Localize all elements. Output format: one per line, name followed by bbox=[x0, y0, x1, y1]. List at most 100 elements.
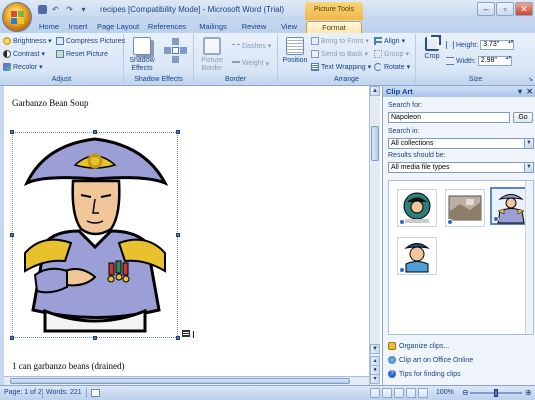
align-button[interactable]: Align ▾ bbox=[374, 37, 405, 45]
web-layout-view-icon[interactable] bbox=[394, 388, 404, 398]
tab-view[interactable]: View bbox=[274, 21, 304, 33]
organize-clips-link[interactable]: Organize clips... bbox=[388, 342, 449, 350]
brightness-button[interactable]: Brightness ▾ bbox=[3, 37, 52, 45]
selected-picture[interactable] bbox=[10, 130, 180, 340]
crop-label: Crop bbox=[424, 53, 440, 60]
full-screen-reading-view-icon[interactable] bbox=[382, 388, 392, 398]
scroll-down-icon[interactable]: ▼ bbox=[370, 344, 380, 354]
compress-pictures-button[interactable]: Compress Pictures bbox=[56, 37, 125, 45]
horizontal-scrollbar[interactable] bbox=[4, 376, 369, 385]
minimize-button[interactable]: – bbox=[477, 2, 495, 16]
resize-handle-top-right[interactable] bbox=[176, 130, 180, 134]
weight-button[interactable]: Weight ▾ bbox=[232, 58, 269, 69]
scroll-up-icon[interactable]: ▲ bbox=[370, 86, 380, 96]
resize-handle-left[interactable] bbox=[10, 233, 14, 237]
redo-icon[interactable]: ↷ bbox=[64, 4, 75, 15]
chevron-down-icon[interactable]: ▼ bbox=[524, 163, 533, 172]
chevron-down-icon[interactable]: ▼ bbox=[524, 139, 533, 148]
resize-handle-bottom-right[interactable] bbox=[176, 336, 180, 340]
tab-format[interactable]: Format bbox=[306, 21, 362, 33]
zoom-in-icon[interactable]: ⊕ bbox=[525, 388, 532, 397]
reset-picture-icon bbox=[56, 50, 64, 58]
width-input[interactable]: 2.98" bbox=[477, 56, 512, 66]
zoom-level[interactable]: 100% bbox=[436, 389, 454, 396]
tab-home[interactable]: Home bbox=[34, 21, 64, 33]
text-wrapping-button[interactable]: Text Wrapping ▾ bbox=[311, 63, 371, 71]
office-button[interactable] bbox=[2, 2, 32, 32]
reset-picture-label: Reset Picture bbox=[66, 50, 109, 58]
search-input[interactable]: Napoleon bbox=[388, 112, 510, 123]
status-divider bbox=[42, 388, 43, 398]
clip-art-pane-header: Clip Art ▾ ✕ bbox=[383, 86, 535, 97]
close-button[interactable]: ✕ bbox=[515, 2, 533, 16]
vertical-scroll-thumb[interactable] bbox=[371, 126, 379, 161]
crop-button[interactable]: Crop bbox=[419, 37, 445, 61]
pane-options-icon[interactable]: ▾ bbox=[518, 86, 522, 97]
search-in-select[interactable]: All collections ▼ bbox=[388, 138, 534, 149]
clip-result-4[interactable] bbox=[397, 237, 437, 275]
arrange-group: Position Bring to Front ▾ Send to Back ▾ T… bbox=[278, 34, 416, 84]
word-count[interactable]: Words: 221 bbox=[46, 389, 82, 396]
position-button[interactable]: Position bbox=[281, 37, 309, 65]
dashes-button[interactable]: Dashes ▾ bbox=[232, 40, 271, 52]
tab-review[interactable]: Review bbox=[236, 21, 272, 33]
customize-qat-icon[interactable]: ▾ bbox=[78, 4, 89, 15]
clip-result-2[interactable] bbox=[445, 189, 485, 227]
vertical-scrollbar[interactable]: ▲ ▼ ▴ ● ▾ bbox=[369, 86, 380, 385]
layout-options-icon[interactable] bbox=[182, 330, 190, 337]
nudge-down-icon[interactable] bbox=[172, 56, 179, 63]
group-button[interactable]: Group ▾ bbox=[374, 50, 409, 58]
media-type-select[interactable]: All media file types ▼ bbox=[388, 162, 534, 173]
maximize-button[interactable]: ▫ bbox=[496, 2, 514, 16]
recolor-button[interactable]: Recolor ▾ bbox=[3, 63, 43, 71]
tab-references[interactable]: References bbox=[144, 21, 190, 33]
reset-picture-button[interactable]: Reset Picture bbox=[56, 50, 108, 58]
zoom-out-icon[interactable]: ⊖ bbox=[462, 388, 469, 397]
pane-close-icon[interactable]: ✕ bbox=[526, 86, 533, 97]
clip-result-1[interactable] bbox=[397, 189, 437, 227]
resize-handle-top-left[interactable] bbox=[10, 130, 14, 134]
resize-handle-top[interactable] bbox=[93, 130, 97, 134]
search-for-label: Search for: bbox=[388, 102, 423, 109]
tips-link[interactable]: ? Tips for finding clips bbox=[388, 370, 461, 378]
send-to-back-button[interactable]: Send to Back ▾ bbox=[311, 50, 368, 58]
window-controls: – ▫ ✕ bbox=[477, 2, 533, 16]
nudge-up-icon[interactable] bbox=[172, 38, 179, 45]
undo-icon[interactable]: ↶ bbox=[50, 4, 61, 15]
resize-handle-bottom[interactable] bbox=[93, 336, 97, 340]
dashes-label: Dashes bbox=[242, 42, 266, 50]
contrast-button[interactable]: Contrast ▾ bbox=[3, 50, 45, 58]
rotate-label: Rotate bbox=[384, 63, 405, 71]
page-count[interactable]: Page: 1 of 2 bbox=[4, 389, 42, 396]
bring-to-front-button[interactable]: Bring to Front ▾ bbox=[311, 37, 369, 45]
tab-insert[interactable]: Insert bbox=[64, 21, 92, 33]
resize-handle-bottom-left[interactable] bbox=[10, 336, 14, 340]
tab-page-layout[interactable]: Page Layout bbox=[92, 21, 144, 33]
zoom-slider-knob[interactable] bbox=[494, 389, 498, 397]
height-label: Height: bbox=[456, 41, 479, 49]
rotate-button[interactable]: Rotate ▾ bbox=[374, 63, 410, 71]
resize-handle-right[interactable] bbox=[176, 233, 180, 237]
picture-border-button[interactable]: Picture Border bbox=[197, 37, 227, 73]
height-input[interactable]: 3.73" bbox=[480, 40, 515, 50]
text-cursor-icon: I bbox=[192, 330, 195, 341]
save-icon[interactable] bbox=[38, 5, 47, 14]
results-scrollbar[interactable] bbox=[525, 181, 533, 334]
proofing-icon[interactable] bbox=[91, 389, 100, 397]
zoom-slider[interactable] bbox=[470, 389, 522, 397]
next-page-icon[interactable]: ▾ bbox=[370, 374, 380, 384]
clip-art-online-link[interactable]: Clip art on Office Online bbox=[388, 356, 473, 364]
horizontal-scroll-thumb[interactable] bbox=[10, 378, 350, 384]
nudge-left-icon[interactable] bbox=[164, 47, 171, 54]
draft-view-icon[interactable] bbox=[418, 388, 428, 398]
shadow-effects-button[interactable]: Shadow Effects bbox=[127, 37, 157, 73]
go-button[interactable]: Go bbox=[513, 112, 533, 123]
outline-view-icon[interactable] bbox=[406, 388, 416, 398]
print-layout-view-icon[interactable] bbox=[370, 388, 380, 398]
nudge-right-icon[interactable] bbox=[180, 47, 187, 54]
shadow-toggle-icon[interactable] bbox=[172, 47, 179, 54]
size-dialog-launcher-icon[interactable]: ↘ bbox=[528, 77, 534, 83]
tab-mailings[interactable]: Mailings bbox=[192, 21, 234, 33]
document-page[interactable]: Garbanzo Bean Soup I 1 can garbanzo bean… bbox=[4, 86, 369, 376]
clip-result-3-selected[interactable] bbox=[490, 187, 530, 225]
